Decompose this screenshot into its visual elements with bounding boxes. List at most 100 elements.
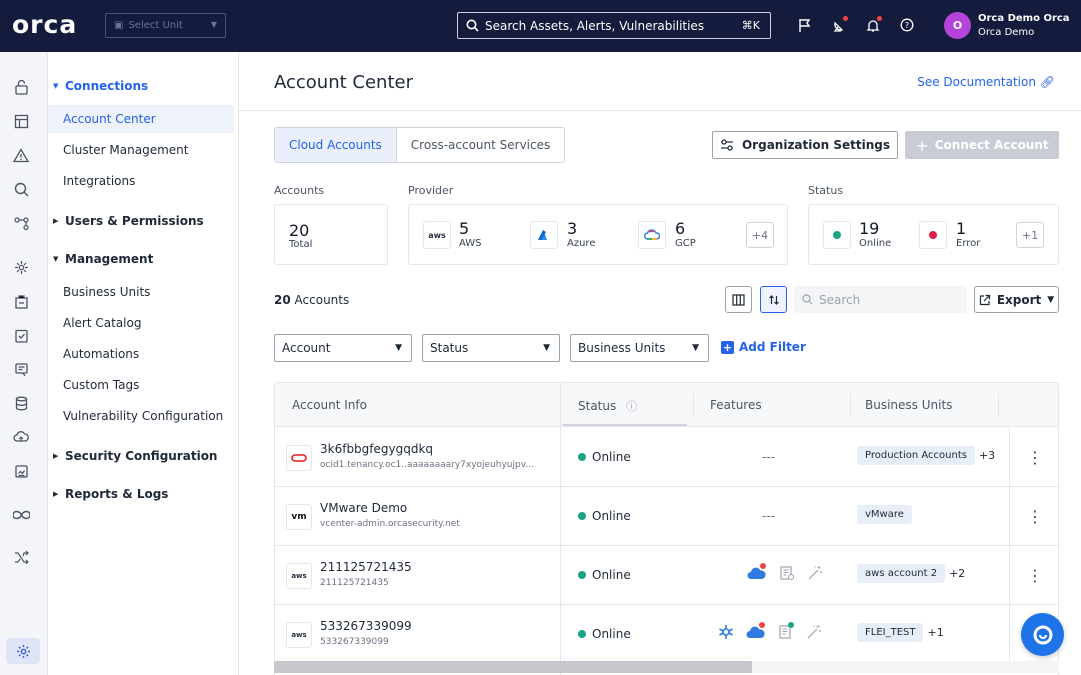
columns-button[interactable]	[725, 286, 752, 313]
see-documentation-link[interactable]: See Documentation 🔗︎	[917, 75, 1055, 89]
inventory-icon[interactable]	[12, 292, 30, 310]
nav-section-users-permissions[interactable]: ▶ Users & Permissions	[53, 214, 204, 228]
business-unit-more[interactable]: +2	[949, 567, 965, 580]
search-icon	[466, 19, 479, 32]
organization-settings-button[interactable]: Organization Settings	[712, 131, 898, 159]
user-org: Orca Demo	[978, 27, 1035, 38]
lock-icon[interactable]	[12, 78, 30, 96]
nav-item-integrations[interactable]: Integrations	[48, 167, 234, 195]
document-list-icon[interactable]	[779, 565, 795, 584]
status-card: 19 Online 1 Error +1	[808, 204, 1059, 265]
account-name[interactable]: VMware Demo	[320, 501, 407, 515]
account-id: ocid1.tenancy.oc1..aaaaaaaary7xyojeuhyuj…	[320, 460, 534, 470]
magic-wand-icon[interactable]	[807, 565, 823, 584]
settings-gear-icon[interactable]	[6, 638, 40, 664]
nav-section-management[interactable]: ▼ Management	[53, 252, 153, 266]
column-header-business-units[interactable]: Business Units	[865, 398, 952, 412]
account-name[interactable]: 211125721435	[320, 560, 412, 574]
compliance-icon[interactable]	[12, 326, 30, 344]
account-name[interactable]: 533267339099	[320, 619, 412, 633]
page-title: Account Center	[274, 72, 413, 93]
unit-select[interactable]: ▣ Select Unit ▼	[105, 13, 226, 38]
aws-count: 5	[459, 219, 470, 238]
column-header-features[interactable]: Features	[710, 398, 762, 412]
export-button[interactable]: Export ▼	[974, 286, 1059, 313]
table-row[interactable]: aws 211125721435 211125721435 Online aws…	[275, 546, 1058, 605]
shuffle-icon[interactable]	[12, 548, 30, 566]
chat-support-button[interactable]	[1021, 613, 1064, 656]
main-content: Account Center See Documentation 🔗︎ Clou…	[239, 52, 1081, 675]
nav-section-reports-logs[interactable]: ▶ Reports & Logs	[53, 487, 168, 501]
row-kebab-menu-icon[interactable]: ⋮	[1009, 487, 1058, 545]
kubernetes-icon[interactable]	[718, 624, 734, 643]
flag-icon[interactable]	[796, 16, 814, 34]
nav-item-alert-catalog[interactable]: Alert Catalog	[48, 309, 234, 337]
status-filter-select[interactable]: Status ▼	[422, 334, 560, 362]
nav-item-custom-tags[interactable]: Custom Tags	[48, 371, 234, 399]
nav-item-business-units[interactable]: Business Units	[48, 278, 234, 306]
business-unit-more[interactable]: +3	[979, 449, 995, 462]
nav-section-connections[interactable]: ▼ Connections	[53, 79, 148, 93]
infinity-icon[interactable]	[12, 506, 30, 524]
connect-account-button[interactable]: + Connect Account	[905, 131, 1059, 159]
business-unit-more[interactable]: +1	[927, 626, 943, 639]
table-row[interactable]: vm VMware Demo vcenter-admin.orcasecurit…	[275, 487, 1058, 546]
user-name[interactable]: Orca Demo Orca	[978, 13, 1070, 25]
nav-item-cluster-management[interactable]: Cluster Management	[48, 136, 234, 164]
provider-more-chip[interactable]: +4	[746, 222, 774, 248]
nav-item-account-center[interactable]: Account Center	[48, 105, 234, 133]
icon-rail	[0, 52, 48, 675]
policy-icon[interactable]	[12, 360, 30, 378]
column-header-account-info[interactable]: Account Info	[292, 398, 367, 412]
nav-item-vulnerability-configuration[interactable]: Vulnerability Configuration	[48, 402, 234, 430]
table-row[interactable]: aws 533267339099 533267339099 Online FLE…	[275, 605, 1058, 664]
network-icon[interactable]	[12, 258, 30, 276]
global-search-input[interactable]: Search Assets, Alerts, Vulnerabilities ⌘…	[457, 12, 771, 39]
row-kebab-menu-icon[interactable]: ⋮	[1009, 546, 1058, 604]
satellite-icon[interactable]	[830, 16, 848, 34]
dashboard-icon[interactable]	[12, 112, 30, 130]
add-filter-button[interactable]: + Add Filter	[721, 340, 806, 354]
gcp-logo-icon	[638, 221, 666, 249]
business-unit-chip[interactable]: aws account 2	[857, 564, 946, 583]
business-units-filter-select[interactable]: Business Units ▼	[570, 334, 709, 362]
orca-logo[interactable]: orca	[12, 12, 77, 38]
status-more-chip[interactable]: +1	[1016, 222, 1044, 248]
business-unit-chip[interactable]: FLEI_TEST	[857, 623, 924, 642]
report-icon[interactable]	[12, 462, 30, 480]
account-status: Online	[578, 568, 631, 582]
account-name[interactable]: 3k6fbbgfegygqdkq	[320, 442, 433, 456]
table-search-input[interactable]: Search	[794, 286, 967, 313]
cloud-scan-icon[interactable]	[746, 622, 766, 642]
aws-logo-icon: aws	[286, 622, 312, 648]
cloud-scan-icon[interactable]	[747, 563, 767, 583]
cloud-icon[interactable]	[12, 428, 30, 446]
error-status-icon	[919, 221, 947, 249]
magic-wand-icon[interactable]	[806, 624, 822, 643]
tab-cross-account-services[interactable]: Cross-account Services	[397, 128, 564, 162]
horizontal-scrollbar-thumb[interactable]	[274, 661, 752, 673]
chat-icon	[1033, 625, 1052, 644]
database-icon[interactable]	[12, 394, 30, 412]
column-header-status[interactable]: Status ⓘ	[578, 398, 637, 414]
bell-icon[interactable]	[864, 16, 882, 34]
plus-icon: +	[915, 135, 929, 155]
account-filter-select[interactable]: Account ▼	[274, 334, 412, 362]
total-accounts-card[interactable]: 20 Total	[274, 204, 388, 265]
gcp-count: 6	[675, 219, 686, 238]
row-kebab-menu-icon[interactable]: ⋮	[1009, 428, 1058, 486]
table-row[interactable]: 3k6fbbgfegygqdkq ocid1.tenancy.oc1..aaaa…	[275, 428, 1058, 487]
alert-icon[interactable]	[12, 146, 30, 164]
graph-icon[interactable]	[12, 214, 30, 232]
help-icon[interactable]: ?	[898, 16, 916, 34]
business-unit-chip[interactable]: vMware	[857, 505, 912, 524]
nav-section-security-configuration[interactable]: ▶ Security Configuration	[53, 449, 217, 463]
business-unit-chip[interactable]: Production Accounts	[857, 446, 975, 465]
business-units-cell: FLEI_TEST +1	[857, 623, 944, 642]
sort-button[interactable]	[760, 286, 787, 313]
search-icon[interactable]	[12, 180, 30, 198]
avatar[interactable]: O	[944, 12, 971, 39]
nav-item-automations[interactable]: Automations	[48, 340, 234, 368]
document-check-icon[interactable]	[778, 622, 794, 643]
tab-cloud-accounts[interactable]: Cloud Accounts	[275, 128, 397, 162]
